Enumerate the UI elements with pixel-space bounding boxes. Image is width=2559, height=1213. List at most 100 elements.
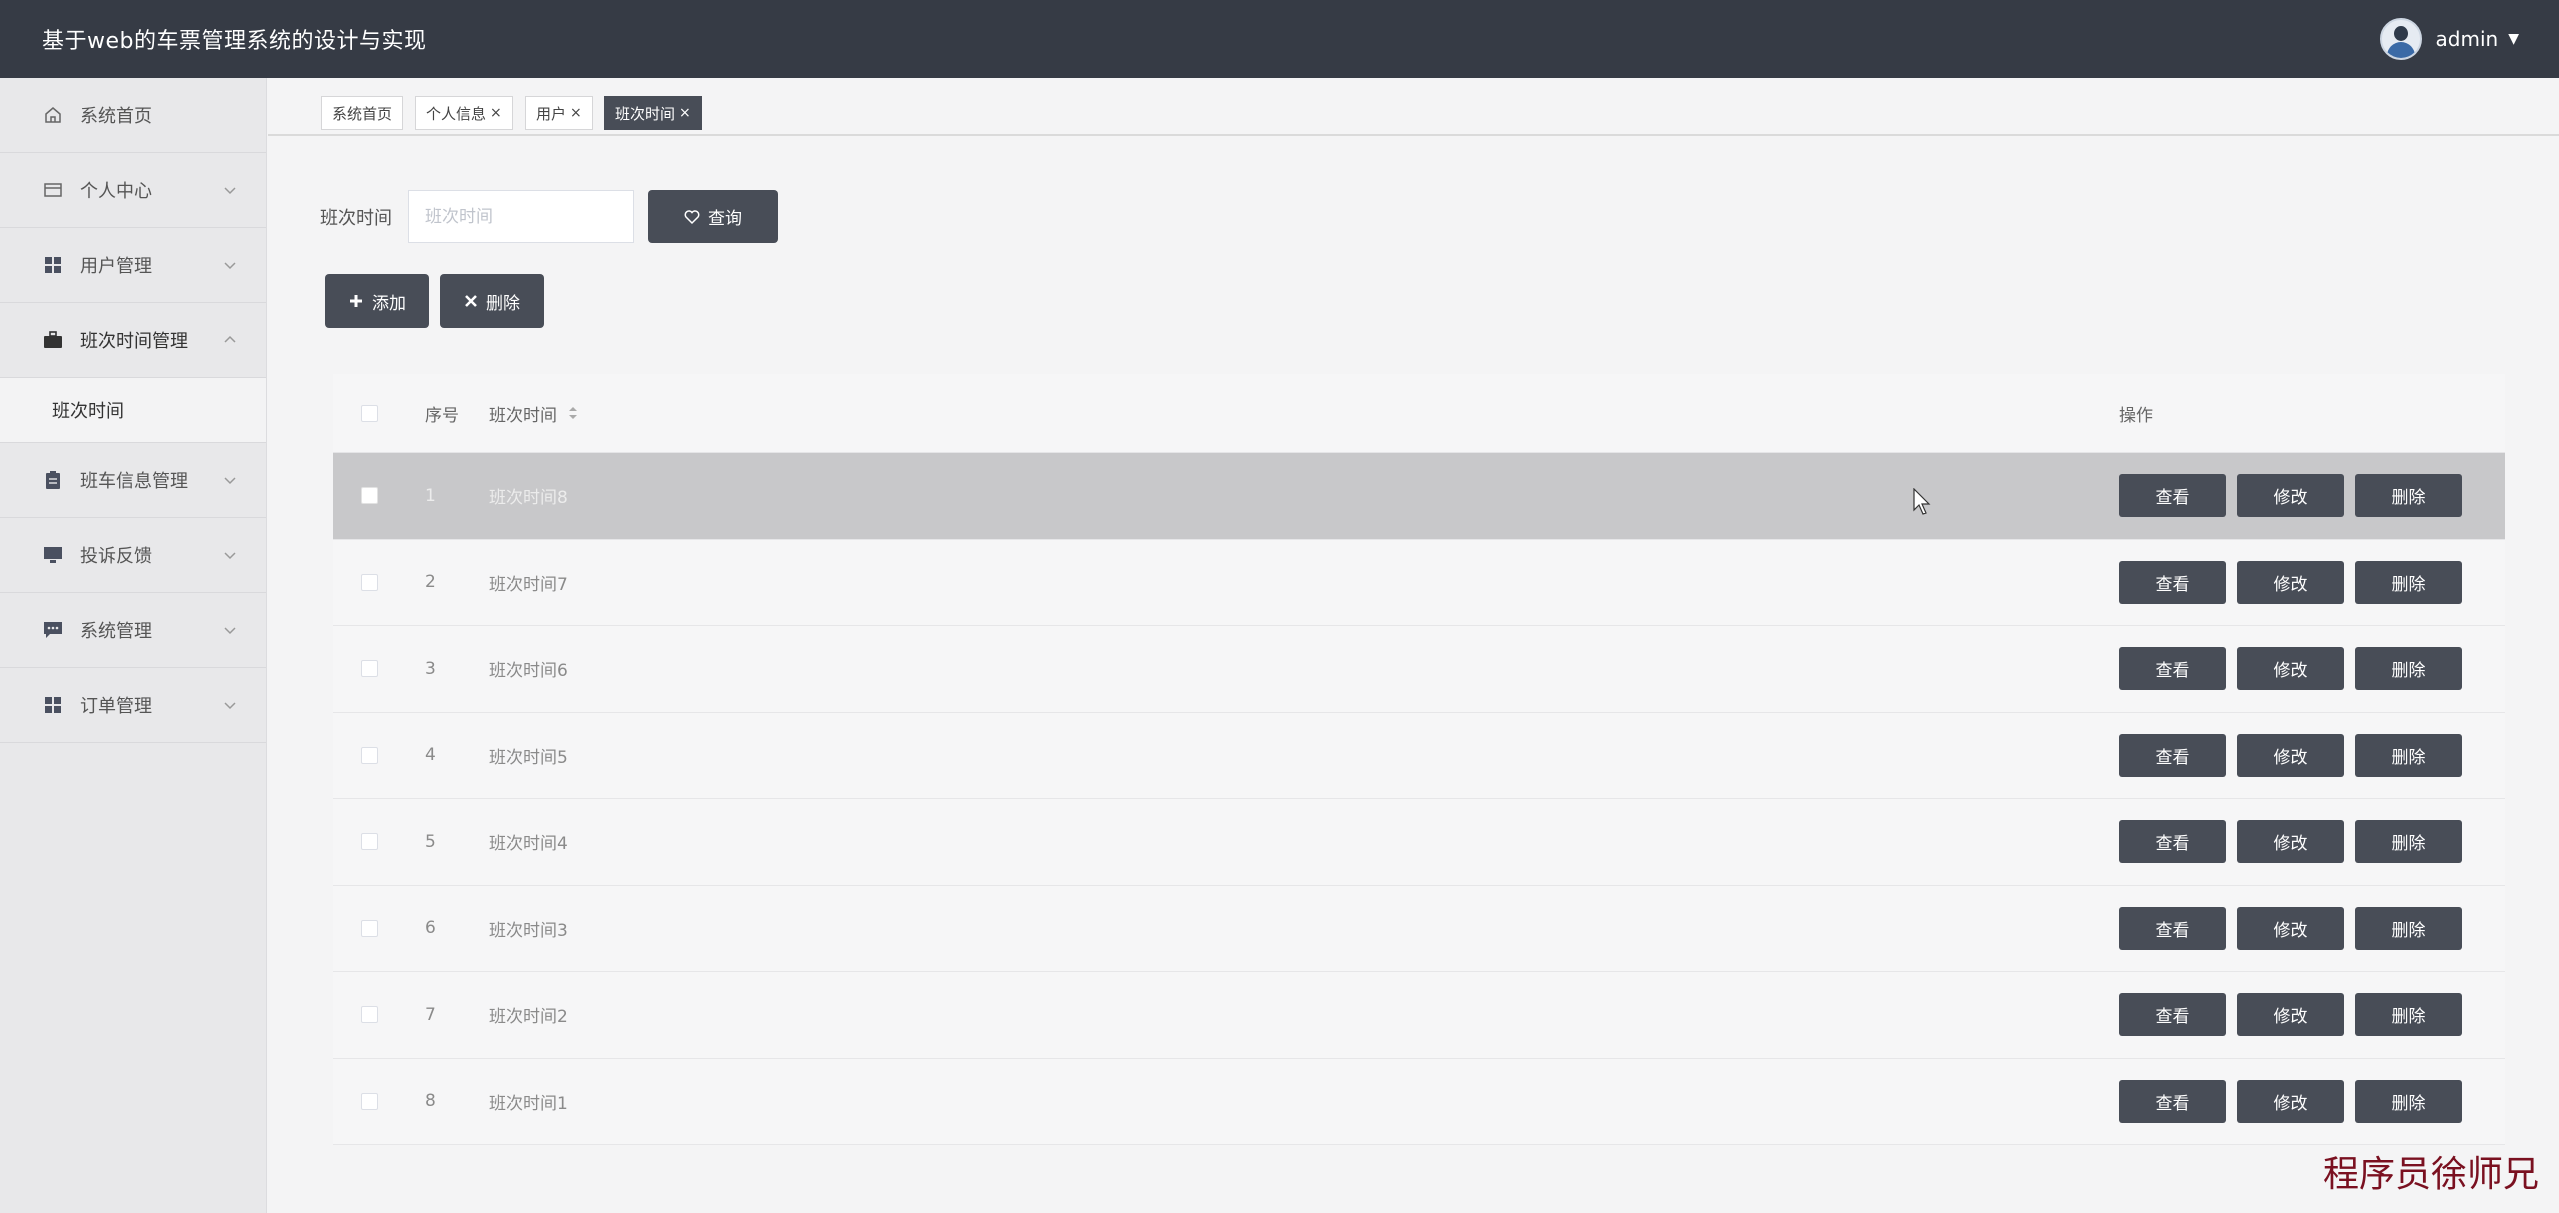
table-row[interactable]: 8 班次时间1 查看 修改 删除	[333, 1058, 2505, 1145]
close-icon	[464, 294, 478, 308]
row-name: 班次时间6	[489, 661, 568, 682]
clipboard-icon	[42, 469, 64, 491]
table-row[interactable]: 2 班次时间7 查看 修改 删除	[333, 539, 2505, 626]
sidebar-item-personal-center[interactable]: 个人中心	[0, 153, 266, 228]
header-name[interactable]: 班次时间	[489, 401, 2119, 426]
grid-icon	[42, 694, 64, 716]
sidebar-item-label: 个人中心	[80, 181, 152, 202]
table-row[interactable]: 7 班次时间2 查看 修改 删除	[333, 972, 2505, 1059]
row-checkbox[interactable]	[360, 746, 378, 764]
delete-button[interactable]: 删除	[2355, 647, 2462, 691]
close-icon[interactable]: ×	[490, 105, 502, 121]
row-name: 班次时间1	[489, 1093, 568, 1114]
edit-button[interactable]: 修改	[2237, 474, 2344, 518]
row-index: 6	[425, 918, 436, 939]
delete-button[interactable]: 删除	[2355, 1079, 2462, 1123]
view-button[interactable]: 查看	[2119, 560, 2226, 604]
row-index: 5	[425, 831, 436, 852]
view-button[interactable]: 查看	[2119, 906, 2226, 950]
app-title: 基于web的车票管理系统的设计与实现	[42, 29, 427, 54]
delete-button[interactable]: 删除	[2355, 733, 2462, 777]
add-button[interactable]: 添加	[325, 274, 429, 328]
row-index: 1	[425, 485, 436, 506]
header-ops: 操作	[2119, 405, 2153, 426]
username: admin	[2435, 27, 2499, 51]
header-index: 序号	[425, 405, 459, 426]
tab-label: 班次时间	[615, 104, 676, 123]
row-checkbox[interactable]	[360, 660, 378, 678]
briefcase-icon	[42, 329, 64, 351]
tab-schedule-time[interactable]: 班次时间 ×	[604, 96, 702, 130]
view-button[interactable]: 查看	[2119, 733, 2226, 777]
view-button[interactable]: 查看	[2119, 993, 2226, 1037]
row-checkbox[interactable]	[360, 833, 378, 851]
select-all-checkbox[interactable]	[360, 404, 378, 422]
edit-button[interactable]: 修改	[2237, 820, 2344, 864]
row-checkbox[interactable]	[360, 573, 378, 591]
sidebar-item-schedule-time-management[interactable]: 班次时间管理	[0, 303, 266, 378]
sidebar-item-user-management[interactable]: 用户管理	[0, 228, 266, 303]
delete-button[interactable]: 删除	[2355, 560, 2462, 604]
tab-label: 用户	[536, 104, 567, 123]
table-row[interactable]: 3 班次时间6 查看 修改 删除	[333, 626, 2505, 713]
sidebar-item-complaint-feedback[interactable]: 投诉反馈	[0, 518, 266, 593]
edit-button[interactable]: 修改	[2237, 647, 2344, 691]
row-checkbox[interactable]	[360, 487, 378, 505]
view-button[interactable]: 查看	[2119, 474, 2226, 518]
row-index: 8	[425, 1091, 436, 1112]
data-table: 序号 班次时间 操作 1 班次时间8 查看 修改 删除 2 班次时间7 查看 修…	[333, 374, 2505, 1145]
tab-user[interactable]: 用户 ×	[525, 96, 593, 130]
sidebar-item-label: 班车信息管理	[80, 471, 188, 492]
delete-button[interactable]: 删除	[2355, 820, 2462, 864]
watermark-text: 程序员徐师兄	[2322, 1154, 2539, 1195]
top-header: 基于web的车票管理系统的设计与实现 admin ▼	[0, 0, 2559, 78]
search-input[interactable]	[408, 190, 634, 243]
chevron-down-icon	[224, 552, 236, 560]
close-icon[interactable]: ×	[679, 105, 691, 121]
edit-button[interactable]: 修改	[2237, 560, 2344, 604]
sidebar-item-home[interactable]: 系统首页	[0, 78, 266, 153]
tab-label: 个人信息	[426, 104, 487, 123]
row-checkbox[interactable]	[360, 1006, 378, 1024]
edit-button[interactable]: 修改	[2237, 906, 2344, 950]
view-button[interactable]: 查看	[2119, 1079, 2226, 1123]
tab-label: 系统首页	[332, 104, 393, 123]
row-name: 班次时间8	[489, 488, 568, 509]
chevron-down-icon	[224, 702, 236, 710]
chevron-down-icon	[224, 187, 236, 195]
table-row[interactable]: 6 班次时间3 查看 修改 删除	[333, 885, 2505, 972]
tab-personal-info[interactable]: 个人信息 ×	[415, 96, 513, 130]
query-button[interactable]: 查询	[648, 190, 778, 243]
view-button[interactable]: 查看	[2119, 647, 2226, 691]
row-index: 2	[425, 572, 436, 593]
tab-home[interactable]: 系统首页	[321, 96, 404, 130]
row-name: 班次时间3	[489, 920, 568, 941]
edit-button[interactable]: 修改	[2237, 1079, 2344, 1123]
batch-delete-button[interactable]: 删除	[440, 274, 544, 328]
close-icon[interactable]: ×	[570, 105, 582, 121]
sidebar-item-system-management[interactable]: 系统管理	[0, 593, 266, 668]
row-name: 班次时间2	[489, 1007, 568, 1028]
sort-icon[interactable]	[567, 405, 579, 421]
home-icon	[42, 104, 64, 126]
view-button[interactable]: 查看	[2119, 820, 2226, 864]
user-menu[interactable]: admin ▼	[2379, 18, 2519, 60]
chevron-down-icon	[224, 262, 236, 270]
table-row[interactable]: 1 班次时间8 查看 修改 删除	[333, 453, 2505, 540]
table-row[interactable]: 4 班次时间5 查看 修改 删除	[333, 712, 2505, 799]
row-name: 班次时间7	[489, 574, 568, 595]
sidebar-item-label: 系统首页	[80, 106, 152, 127]
sidebar-item-order-management[interactable]: 订单管理	[0, 668, 266, 743]
row-checkbox[interactable]	[360, 1092, 378, 1110]
sidebar-item-label: 用户管理	[80, 256, 152, 277]
delete-button[interactable]: 删除	[2355, 474, 2462, 518]
sidebar-item-label: 订单管理	[80, 696, 152, 717]
edit-button[interactable]: 修改	[2237, 993, 2344, 1037]
delete-button[interactable]: 删除	[2355, 993, 2462, 1037]
sidebar-subitem-schedule-time[interactable]: 班次时间	[0, 378, 266, 443]
edit-button[interactable]: 修改	[2237, 733, 2344, 777]
table-row[interactable]: 5 班次时间4 查看 修改 删除	[333, 799, 2505, 886]
sidebar-item-bus-info-management[interactable]: 班车信息管理	[0, 443, 266, 518]
delete-button[interactable]: 删除	[2355, 906, 2462, 950]
row-checkbox[interactable]	[360, 919, 378, 937]
